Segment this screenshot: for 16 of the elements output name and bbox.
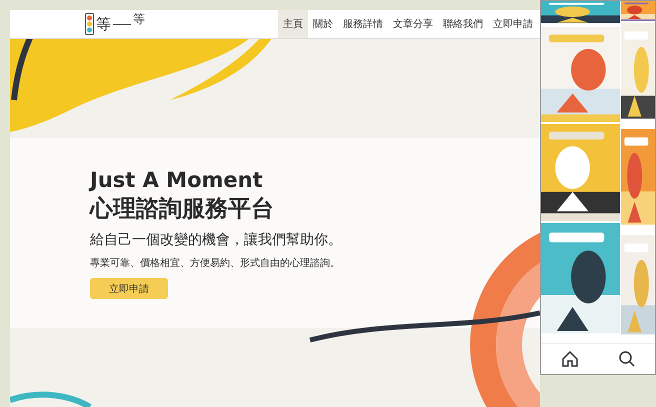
hero-subtitle: 心理諮詢服務平台 [90,195,274,224]
logo-text: 等 [133,11,145,28]
apply-button[interactable]: 立即申請 [90,278,168,299]
nav-tab[interactable]: 主頁 [278,10,308,38]
nav-tab[interactable]: 文章分享 [388,10,438,38]
nav-tab[interactable]: 關於 [308,10,338,38]
nav-tab[interactable]: 聯絡我們 [438,10,488,38]
hero-title: Just A Moment [90,167,263,194]
search-icon[interactable] [618,350,636,368]
nav-tab[interactable]: 服務詳情 [338,10,388,38]
hero-description: 專業可靠、價格相宜、方便易約、形式自由的心理諮詢。 [90,256,340,270]
home-icon[interactable] [560,350,578,368]
hero-tagline: 給自己一個改變的機會，讓我們幫助你。 [90,231,342,250]
nav-tab[interactable]: 立即申請 [488,10,538,38]
traffic-light-icon [85,13,94,35]
logo-text: 等 [96,14,111,34]
